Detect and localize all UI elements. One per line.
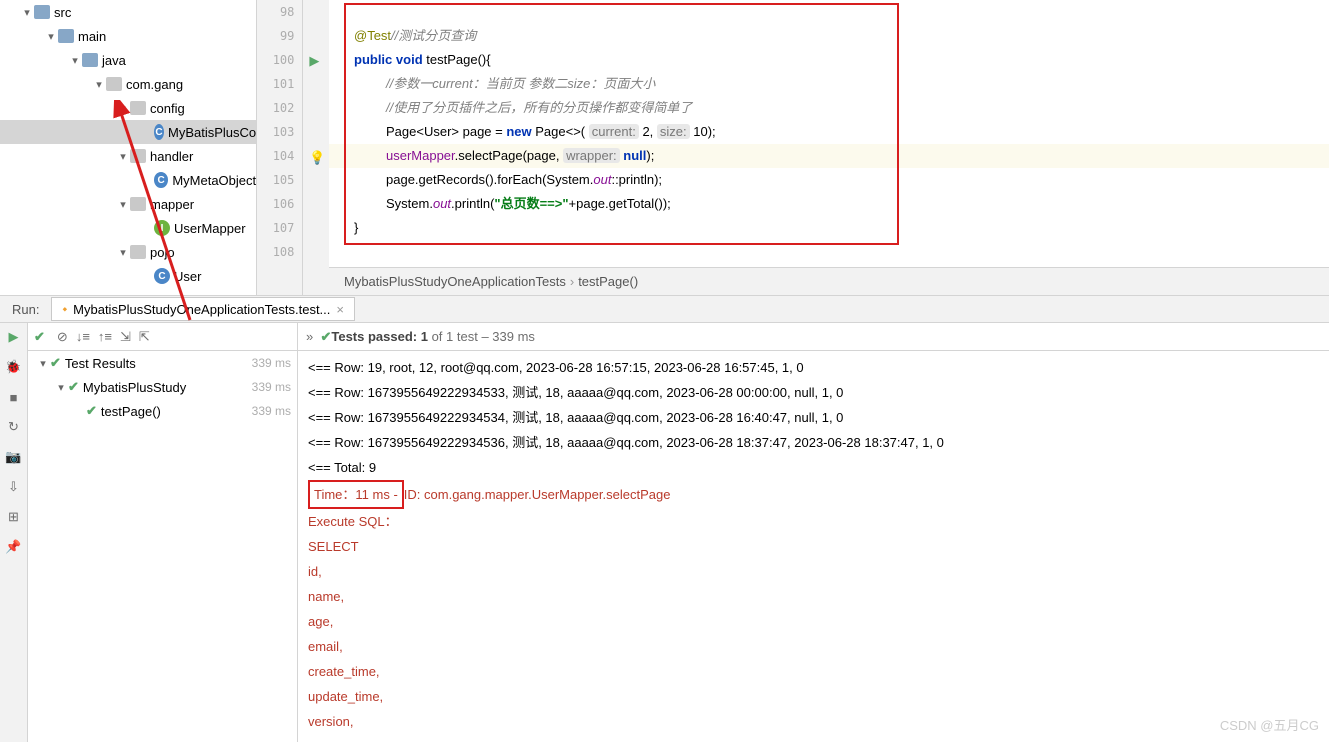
tree-user[interactable]: CUser xyxy=(0,264,256,288)
run-tab-bar: Run: ⬩MybatisPlusStudyOneApplicationTest… xyxy=(0,295,1329,323)
ignore-icon[interactable]: ⊘ xyxy=(57,329,68,345)
line-gutter: 9899100101102103104105106107108 xyxy=(256,0,303,295)
layout-icon[interactable]: ⊞ xyxy=(6,509,22,525)
tree-java[interactable]: ▾java xyxy=(0,48,256,72)
tree-mbp[interactable]: CMyBatisPlusCo xyxy=(0,120,256,144)
collapse-icon[interactable]: ⇱ xyxy=(139,329,150,345)
test-root[interactable]: ▾✔Test Results339 ms xyxy=(28,351,297,375)
tree-um[interactable]: IUserMapper xyxy=(0,216,256,240)
stop-icon[interactable]: ■ xyxy=(6,389,22,405)
tree-config[interactable]: ▾config xyxy=(0,96,256,120)
highlight-box xyxy=(344,3,899,245)
pin-icon[interactable]: 📌 xyxy=(6,539,22,555)
test-class[interactable]: ▾✔MybatisPlusStudy339 ms xyxy=(28,375,297,399)
test-panel: ✔ ⊘ ↓≡ ↑≡ ⇲ ⇱ ▾✔Test Results339 ms ▾✔Myb… xyxy=(28,323,298,742)
check-icon[interactable]: ✔ xyxy=(34,329,45,345)
debug-icon[interactable]: 🐞 xyxy=(6,359,22,375)
run-label: Run: xyxy=(0,302,51,317)
code-editor[interactable]: @Test//测试分页查询 public void testPage(){ //… xyxy=(329,0,1329,295)
rerun-icon[interactable]: ↻ xyxy=(6,419,22,435)
console-output[interactable]: <== Row: 19, root, 12, root@qq.com, 2023… xyxy=(298,351,1329,742)
close-icon[interactable]: × xyxy=(336,302,344,317)
run-tab[interactable]: ⬩MybatisPlusStudyOneApplicationTests.tes… xyxy=(51,297,355,321)
tree-pkg[interactable]: ▾com.gang xyxy=(0,72,256,96)
tree-pojo[interactable]: ▾pojo xyxy=(0,240,256,264)
test-toolbar: ✔ ⊘ ↓≡ ↑≡ ⇲ ⇱ xyxy=(28,323,297,351)
camera-icon[interactable]: 📷 xyxy=(6,449,22,465)
tree-main[interactable]: ▾main xyxy=(0,24,256,48)
tool-strip: ▶ 🐞 ■ ↻ 📷 ⇩ ⊞ 📌 xyxy=(0,323,28,742)
watermark: CSDN @五月CG xyxy=(1220,715,1319,734)
test-method[interactable]: ✔testPage()339 ms xyxy=(28,399,297,423)
run-gutter-icon[interactable]: ▶ xyxy=(309,53,325,69)
bulb-icon[interactable]: 💡 xyxy=(309,150,325,166)
project-tree[interactable]: ▾src ▾main ▾java ▾com.gang ▾config CMyBa… xyxy=(0,0,256,295)
time-highlight: Time：11 ms - xyxy=(308,480,404,509)
expand-icon[interactable]: ⇲ xyxy=(120,329,131,345)
gutter-icons: ▶ 💡 xyxy=(303,0,329,295)
tree-handler[interactable]: ▾handler xyxy=(0,144,256,168)
tree-meta[interactable]: CMyMetaObject xyxy=(0,168,256,192)
sort-icon2[interactable]: ↑≡ xyxy=(98,329,112,344)
breadcrumb[interactable]: MybatisPlusStudyOneApplicationTests›test… xyxy=(329,267,1329,295)
tree-src[interactable]: ▾src xyxy=(0,0,256,24)
console-status: » ✔ Tests passed: 1 of 1 test – 339 ms xyxy=(298,323,1329,351)
run-icon[interactable]: ▶ xyxy=(6,329,22,345)
export-icon[interactable]: ⇩ xyxy=(6,479,22,495)
sort-icon[interactable]: ↓≡ xyxy=(76,329,90,344)
tree-mapper[interactable]: ▾mapper xyxy=(0,192,256,216)
